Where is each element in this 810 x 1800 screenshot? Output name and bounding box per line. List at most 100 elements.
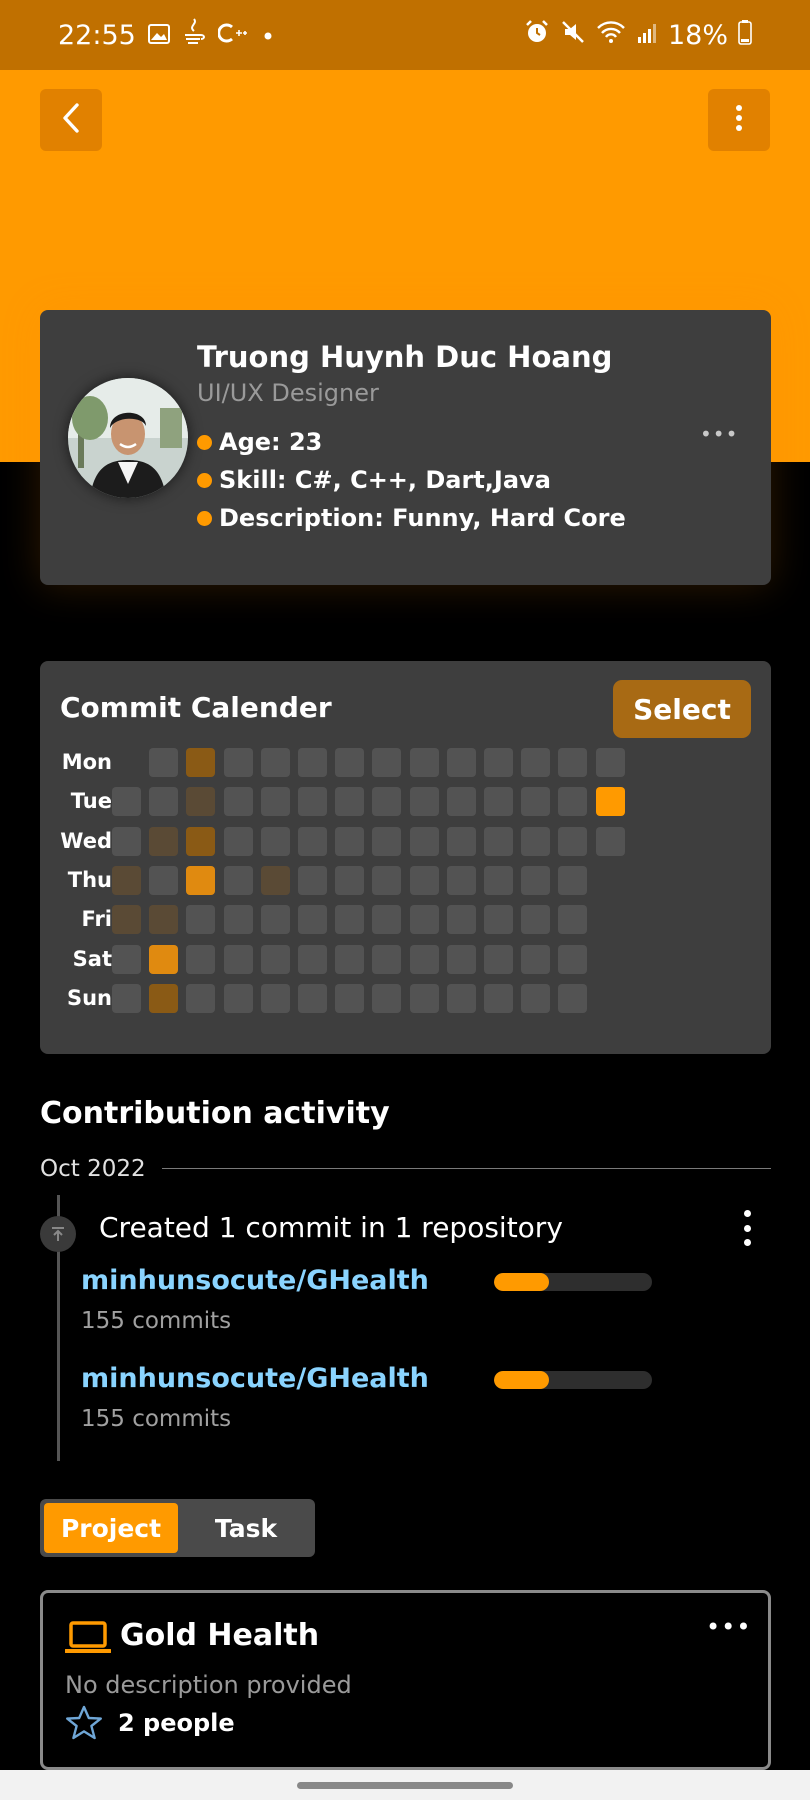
calendar-cell[interactable]: [372, 983, 402, 1013]
tab-task[interactable]: Task: [181, 1503, 311, 1553]
calendar-cell[interactable]: [521, 944, 551, 974]
calendar-cell[interactable]: [372, 826, 402, 856]
calendar-cell[interactable]: [446, 865, 476, 895]
calendar-cell[interactable]: [409, 944, 439, 974]
calendar-cell[interactable]: [260, 983, 290, 1013]
calendar-cell[interactable]: [223, 905, 253, 935]
calendar-cell[interactable]: [298, 944, 327, 974]
calendar-cell[interactable]: [149, 983, 179, 1013]
calendar-cell[interactable]: [186, 748, 216, 777]
calendar-cell[interactable]: [484, 983, 513, 1013]
calendar-cell[interactable]: [595, 787, 625, 817]
select-button[interactable]: Select: [613, 680, 751, 738]
calendar-cell[interactable]: [521, 905, 551, 935]
calendar-cell[interactable]: [298, 905, 327, 935]
project-card[interactable]: Gold Health No description provided 2 pe…: [40, 1590, 771, 1770]
calendar-cell[interactable]: [558, 865, 588, 895]
calendar-cell[interactable]: [484, 944, 513, 974]
calendar-cell[interactable]: [558, 944, 588, 974]
calendar-cell[interactable]: [372, 865, 402, 895]
calendar-cell[interactable]: [149, 944, 179, 974]
calendar-cell[interactable]: [223, 944, 253, 974]
calendar-cell[interactable]: [521, 865, 551, 895]
calendar-cell[interactable]: [223, 865, 253, 895]
calendar-cell[interactable]: [446, 787, 476, 817]
repo-link[interactable]: minhunsocute/GHealth: [81, 1265, 429, 1296]
calendar-cell[interactable]: [484, 865, 513, 895]
calendar-cell[interactable]: [558, 748, 588, 777]
calendar-cell[interactable]: [112, 905, 141, 935]
header-menu-button[interactable]: [708, 89, 770, 151]
calendar-cell[interactable]: [260, 787, 290, 817]
calendar-cell[interactable]: [595, 826, 625, 856]
calendar-cell[interactable]: [558, 905, 588, 935]
calendar-cell[interactable]: [558, 983, 588, 1013]
home-handle[interactable]: [297, 1782, 513, 1789]
calendar-cell[interactable]: [446, 983, 476, 1013]
calendar-cell[interactable]: [149, 826, 179, 856]
calendar-cell[interactable]: [446, 826, 476, 856]
calendar-cell[interactable]: [298, 865, 327, 895]
calendar-cell[interactable]: [409, 905, 439, 935]
timeline-more-icon[interactable]: [735, 1210, 759, 1246]
calendar-cell[interactable]: [521, 983, 551, 1013]
back-button[interactable]: [40, 89, 102, 151]
calendar-cell[interactable]: [372, 787, 402, 817]
avatar[interactable]: [68, 378, 188, 498]
calendar-cell[interactable]: [260, 944, 290, 974]
calendar-cell[interactable]: [335, 865, 365, 895]
calendar-cell[interactable]: [112, 865, 141, 895]
calendar-cell[interactable]: [186, 865, 216, 895]
calendar-cell[interactable]: [112, 983, 141, 1013]
calendar-cell[interactable]: [409, 865, 439, 895]
calendar-cell[interactable]: [260, 826, 290, 856]
calendar-cell[interactable]: [372, 748, 402, 777]
calendar-cell[interactable]: [112, 826, 141, 856]
calendar-cell[interactable]: [223, 983, 253, 1013]
calendar-cell[interactable]: [558, 787, 588, 817]
calendar-cell[interactable]: [186, 787, 216, 817]
calendar-cell[interactable]: [186, 905, 216, 935]
calendar-cell[interactable]: [186, 826, 216, 856]
calendar-cell[interactable]: [149, 905, 179, 935]
calendar-cell[interactable]: [521, 787, 551, 817]
calendar-cell[interactable]: [223, 826, 253, 856]
calendar-cell[interactable]: [260, 748, 290, 777]
calendar-cell[interactable]: [260, 865, 290, 895]
calendar-cell[interactable]: [372, 905, 402, 935]
calendar-cell[interactable]: [335, 826, 365, 856]
calendar-cell[interactable]: [335, 787, 365, 817]
calendar-cell[interactable]: [484, 748, 513, 777]
calendar-cell[interactable]: [298, 787, 327, 817]
calendar-cell[interactable]: [112, 787, 141, 817]
calendar-cell[interactable]: [409, 826, 439, 856]
calendar-cell[interactable]: [446, 944, 476, 974]
calendar-cell[interactable]: [521, 748, 551, 777]
calendar-cell[interactable]: [446, 748, 476, 777]
profile-more-icon[interactable]: •••: [700, 422, 738, 446]
calendar-cell[interactable]: [298, 748, 327, 777]
project-more-icon[interactable]: •••: [706, 1613, 751, 1641]
calendar-cell[interactable]: [372, 944, 402, 974]
calendar-cell[interactable]: [595, 748, 625, 777]
calendar-cell[interactable]: [186, 944, 216, 974]
calendar-cell[interactable]: [223, 787, 253, 817]
calendar-cell[interactable]: [112, 944, 141, 974]
calendar-cell[interactable]: [186, 983, 216, 1013]
calendar-cell[interactable]: [298, 983, 327, 1013]
calendar-cell[interactable]: [558, 826, 588, 856]
calendar-cell[interactable]: [260, 905, 290, 935]
calendar-cell[interactable]: [149, 748, 179, 777]
calendar-cell[interactable]: [223, 748, 253, 777]
calendar-cell[interactable]: [149, 787, 179, 817]
calendar-cell[interactable]: [335, 748, 365, 777]
calendar-cell[interactable]: [409, 983, 439, 1013]
calendar-cell[interactable]: [446, 905, 476, 935]
repo-link[interactable]: minhunsocute/GHealth: [81, 1363, 429, 1394]
calendar-cell[interactable]: [484, 826, 513, 856]
calendar-cell[interactable]: [149, 865, 179, 895]
calendar-cell[interactable]: [484, 787, 513, 817]
calendar-cell[interactable]: [409, 748, 439, 777]
calendar-cell[interactable]: [335, 983, 365, 1013]
calendar-cell[interactable]: [298, 826, 327, 856]
